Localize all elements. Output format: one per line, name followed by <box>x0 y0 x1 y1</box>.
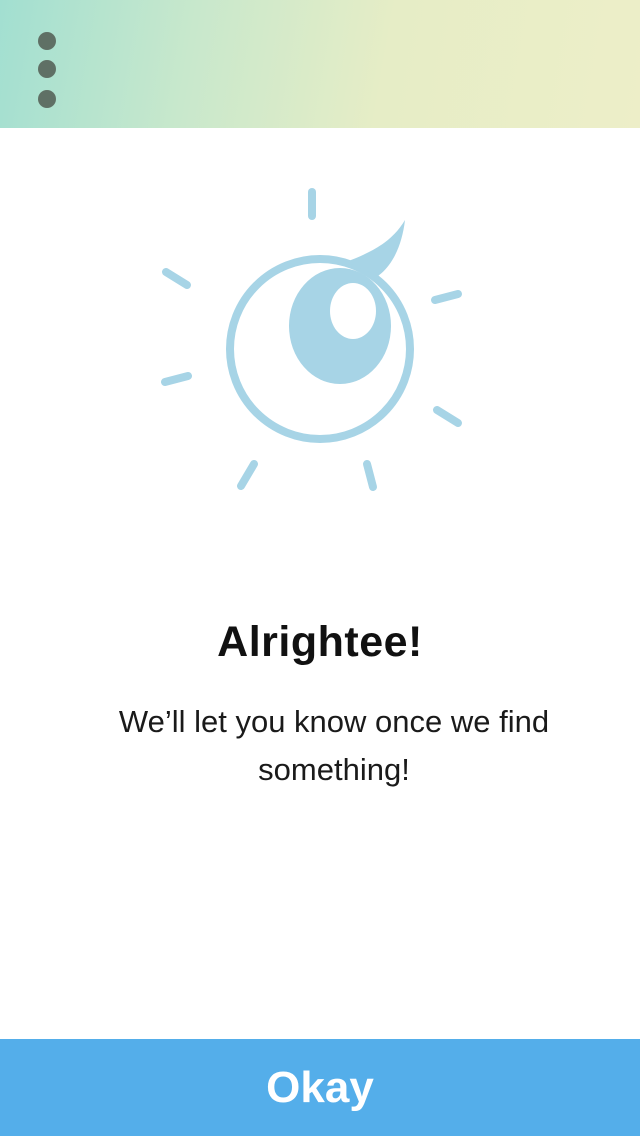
sun-ray <box>237 460 258 490</box>
okay-button[interactable]: Okay <box>0 1039 640 1136</box>
sun-ray <box>162 268 191 289</box>
sun-ray <box>433 406 462 427</box>
menu-dot <box>38 60 56 78</box>
confirmation-title: Alrightee! <box>217 618 423 666</box>
screen: Alrightee! We’ll let you know once we fi… <box>0 0 640 1136</box>
sun-eye-icon <box>161 188 462 491</box>
eye-highlight <box>330 283 376 339</box>
menu-button[interactable] <box>26 24 68 116</box>
sun-ray <box>161 372 192 386</box>
menu-dot <box>38 32 56 50</box>
menu-dot <box>38 90 56 108</box>
sun-ray <box>431 290 462 304</box>
sun-ray <box>363 460 377 491</box>
top-bar <box>0 0 640 128</box>
confirmation-message: We’ll let you know once we find somethin… <box>118 704 550 787</box>
